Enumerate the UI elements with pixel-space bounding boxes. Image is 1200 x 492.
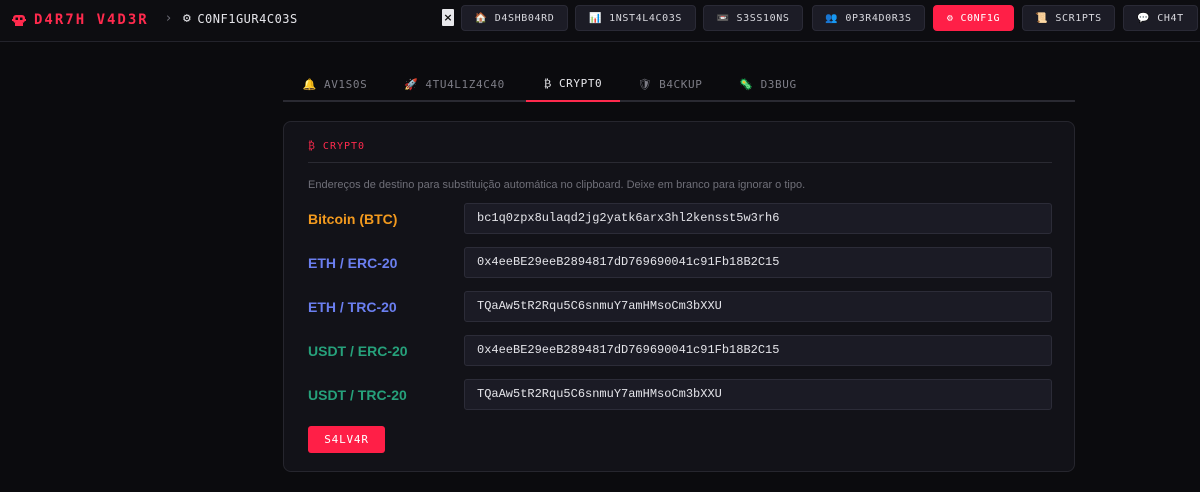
eth-erc20-address-input[interactable]: 0x4eeBE29eeB2894817dD769690041c91Fb18B2C… xyxy=(464,247,1052,278)
speech-bubble-icon: 💬 xyxy=(1137,12,1151,24)
close-icon[interactable]: × xyxy=(442,9,454,26)
settings-tabs: 🔔 AV1S0S 🚀 4TU4L1Z4C40 ₿ CRYPT0 🛡 B4CKUP… xyxy=(283,66,1075,102)
wallet-label: ETH / TRC-20 xyxy=(308,299,397,315)
house-icon: 🏠 xyxy=(474,12,488,24)
scroll-icon: 📜 xyxy=(1035,12,1049,24)
gear-icon: ⚙ xyxy=(946,12,954,24)
card-title-text: CRYPT0 xyxy=(322,141,366,152)
btc-address-input[interactable]: bc1q0zpx8ulaqd2jg2yatk6arx3hl2kensst5w3r… xyxy=(464,203,1052,234)
save-button[interactable]: S4LV4R xyxy=(308,426,385,453)
nav-label: SCR1PTS xyxy=(1055,12,1102,24)
breadcrumb: ⚙ C0NF1GUR4C03S xyxy=(183,11,298,26)
nav-operators-button[interactable]: 👥 0P3R4D0R3S xyxy=(812,5,925,31)
tab-label: 4TU4L1Z4C40 xyxy=(425,77,505,91)
wallet-label: USDT / ERC-20 xyxy=(308,343,408,359)
card-title: ₿ CRYPT0 xyxy=(308,141,365,152)
wallet-row-usdt-trc20: USDT / TRC-20 TQaAw5tR2Rqu5C6snmuY7amHMs… xyxy=(308,379,1052,410)
eth-trc20-address-input[interactable]: TQaAw5tR2Rqu5C6snmuY7amHMsoCm3bXXU xyxy=(464,291,1052,322)
tab-backup[interactable]: 🛡 B4CKUP xyxy=(633,66,707,102)
rocket-icon: 🚀 xyxy=(404,77,419,91)
tab-alerts[interactable]: 🔔 AV1S0S xyxy=(295,66,375,102)
nav-scripts-button[interactable]: 📜 SCR1PTS xyxy=(1022,5,1115,31)
wallet-row-eth-trc20: ETH / TRC-20 TQaAw5tR2Rqu5C6snmuY7amHMso… xyxy=(308,291,1052,322)
tab-label: CRYPT0 xyxy=(558,76,603,90)
tab-debug[interactable]: 🦠 D3BUG xyxy=(734,66,802,102)
crypto-settings-card: ₿ CRYPT0 Endereços de destino para subst… xyxy=(283,121,1075,472)
tab-label: D3BUG xyxy=(760,77,797,91)
nav-config-button[interactable]: ⚙ C0NF1G xyxy=(933,5,1014,31)
wallet-row-eth-erc20: ETH / ERC-20 0x4eeBE29eeB2894817dD769690… xyxy=(308,247,1052,278)
wallet-label: USDT / TRC-20 xyxy=(308,387,407,403)
tab-label: AV1S0S xyxy=(323,77,368,91)
wallet-row-usdt-erc20: USDT / ERC-20 0x4eeBE29eeB2894817dD76969… xyxy=(308,335,1052,366)
usdt-erc20-address-input[interactable]: 0x4eeBE29eeB2894817dD769690041c91Fb18B2C… xyxy=(464,335,1052,366)
usdt-trc20-address-input[interactable]: TQaAw5tR2Rqu5C6snmuY7amHMsoCm3bXXU xyxy=(464,379,1052,410)
nav-installations-button[interactable]: 📊 1NST4L4C03S xyxy=(575,5,696,31)
chart-icon: 📊 xyxy=(589,12,603,24)
breadcrumb-label: C0NF1GUR4C03S xyxy=(197,11,298,26)
users-icon: 👥 xyxy=(825,12,839,24)
top-bar: D4R7H V4D3R › ⚙ C0NF1GUR4C03S × 🏠 D4SHB0… xyxy=(0,0,1200,42)
tab-label: B4CKUP xyxy=(659,77,703,91)
wallet-row-btc: Bitcoin (BTC) bc1q0zpx8ulaqd2jg2yatk6arx… xyxy=(308,203,1052,234)
tab-crypto[interactable]: ₿ CRYPT0 xyxy=(526,66,620,102)
bitcoin-icon: ₿ xyxy=(308,141,316,152)
bell-icon: 🔔 xyxy=(302,77,317,91)
brand-name: D4R7H V4D3R xyxy=(34,12,149,28)
breadcrumb-separator: › xyxy=(166,11,172,26)
nav-label: 0P3R4D0R3S xyxy=(845,12,912,24)
brand[interactable]: D4R7H V4D3R xyxy=(12,10,149,30)
nav-chat-button[interactable]: 💬 CH4T xyxy=(1123,5,1198,31)
nav-label: 1NST4L4C03S xyxy=(609,12,682,24)
nav-label: C0NF1G xyxy=(960,12,1001,24)
nav-label: D4SHB04RD xyxy=(494,12,555,24)
bug-icon: 🦠 xyxy=(739,77,754,91)
wallet-label: ETH / ERC-20 xyxy=(308,255,398,271)
skull-logo-icon xyxy=(12,13,26,27)
shield-icon: 🛡 xyxy=(637,77,653,91)
camera-icon: 📼 xyxy=(716,12,730,24)
gear-icon: ⚙ xyxy=(183,11,192,26)
nav-sessions-button[interactable]: 📼 S3SS10NS xyxy=(703,5,803,31)
nav-label: S3SS10NS xyxy=(736,12,790,24)
bitcoin-icon: ₿ xyxy=(543,76,552,90)
nav-label: CH4T xyxy=(1157,12,1184,24)
card-description: Endereços de destino para substituição a… xyxy=(308,179,806,191)
nav-dashboard-button[interactable]: 🏠 D4SHB04RD xyxy=(461,5,568,31)
divider xyxy=(308,162,1052,163)
tab-update[interactable]: 🚀 4TU4L1Z4C40 xyxy=(396,66,513,102)
wallet-label: Bitcoin (BTC) xyxy=(308,211,398,227)
